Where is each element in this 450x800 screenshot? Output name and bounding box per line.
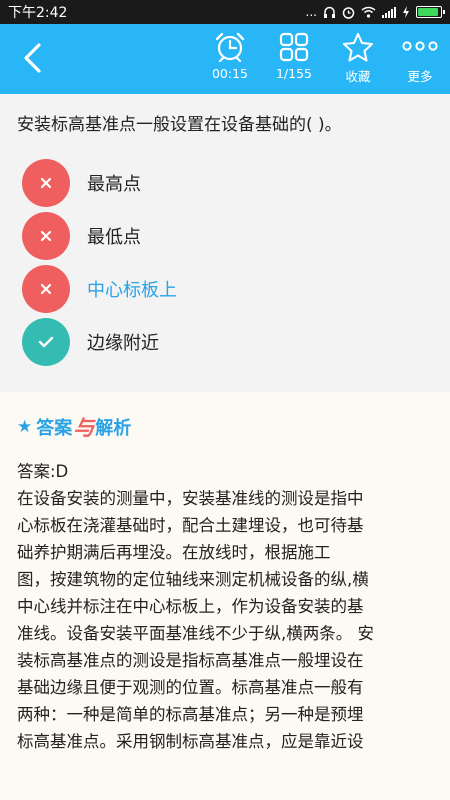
analysis-area: ★ 答案 与 解析 答案:D 在设备安装的测量中，安装基准线的测设是指中 心标板… [0, 392, 450, 800]
progress-label: 1/155 [275, 66, 313, 81]
star-icon [342, 32, 374, 62]
back-arrow-icon [24, 43, 41, 73]
status-icons: ... [305, 5, 445, 19]
more-label: 更多 [407, 69, 433, 84]
option-a[interactable]: 最高点 [22, 158, 141, 208]
answer-line: 基础边缘且便于观测的位置。标高基准点一般有 [17, 678, 364, 697]
charging-icon [403, 6, 409, 18]
cross-icon [40, 283, 52, 295]
answer-line: 图，按建筑物的定位轴线来测定机械设备的纵,横 [17, 570, 369, 589]
more-dots-icon [402, 41, 438, 51]
check-icon [38, 336, 54, 348]
wrong-mark [22, 159, 70, 207]
headset-icon [324, 6, 335, 18]
answer-line: 础养护期满后再埋没。在放线时，根据施工 [17, 543, 331, 562]
option-d[interactable]: 边缘附近 [22, 317, 159, 367]
status-bar: 下午2:42 ... [0, 0, 450, 24]
option-label: 边缘附近 [87, 333, 159, 354]
alarm-icon [342, 6, 355, 19]
analysis-title-part2: 与 [73, 416, 95, 440]
grid-icon [279, 32, 309, 62]
answer-explanation: 答案:D 在设备安装的测量中，安装基准线的测设是指中 心标板在浇灌基础时，配合土… [17, 458, 429, 755]
analysis-title-part1: 答案 [36, 418, 73, 439]
option-b[interactable]: 最低点 [22, 211, 141, 261]
analysis-title-part3: 解析 [95, 418, 132, 439]
wrong-mark [22, 212, 70, 260]
answer-line: 在设备安装的测量中，安装基准线的测设是指中 [17, 489, 364, 508]
favorite-button[interactable]: 收藏 [330, 24, 386, 94]
answer-line: 答案:D [17, 462, 69, 481]
answer-line: 两种：一种是简单的标高基准点；另一种是预埋 [17, 705, 364, 724]
option-label: 最低点 [87, 227, 141, 248]
question-area: 安装标高基准点一般设置在设备基础的( )。 最高点 最低点 中心标板上 边缘附近 [0, 94, 450, 392]
alarm-clock-icon [215, 32, 245, 62]
favorite-label: 收藏 [345, 69, 371, 84]
answer-line: 装标高基准点的测设是指标高基准点一般埋设在 [17, 651, 364, 670]
wifi-icon [361, 6, 376, 18]
timer-label: 00:15 [211, 66, 249, 81]
option-c[interactable]: 中心标板上 [22, 264, 177, 314]
back-button[interactable] [12, 38, 52, 78]
cross-icon [40, 177, 52, 189]
correct-mark [22, 318, 70, 366]
signal-icon [382, 6, 396, 18]
answer-line: 心标板在浇灌基础时，配合土建埋设，也可待基 [17, 516, 364, 535]
cross-icon [40, 230, 52, 242]
battery-icon [416, 6, 445, 18]
status-time: 下午2:42 [8, 5, 68, 21]
wrong-mark [22, 265, 70, 313]
analysis-title: ★ 答案 与 解析 [17, 412, 131, 442]
more-button[interactable]: 更多 [392, 24, 448, 94]
option-label-selected: 中心标板上 [87, 280, 177, 301]
answer-line: 中心线并标注在中心标板上，作为设备安装的基 [17, 597, 364, 616]
question-list-button[interactable]: 1/155 [266, 24, 322, 94]
answer-line: 标高基准点。采用钢制标高基准点，应是靠近设 [17, 732, 364, 751]
option-label: 最高点 [87, 174, 141, 195]
top-toolbar: 00:15 1/155 收藏 更多 [0, 24, 450, 94]
notification-dots: ... [305, 5, 317, 19]
question-text: 安装标高基准点一般设置在设备基础的( )。 [17, 115, 342, 135]
answer-line: 准线。设备安装平面基准线不少于纵,横两条。 安 [17, 624, 374, 643]
star-bullet-icon: ★ [17, 417, 33, 437]
timer-button[interactable]: 00:15 [202, 24, 258, 94]
